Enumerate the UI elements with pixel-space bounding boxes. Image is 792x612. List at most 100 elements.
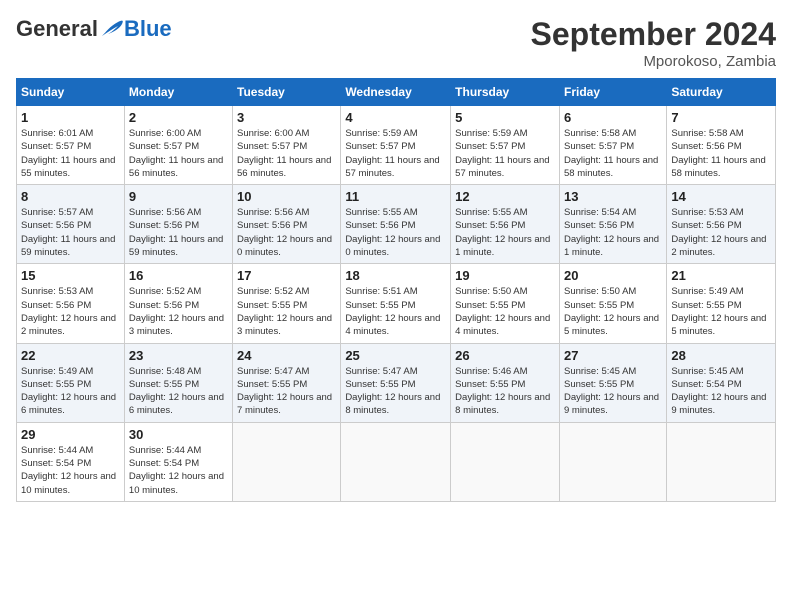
table-row: 28 Sunrise: 5:45 AM Sunset: 5:54 PM Dayl… [667, 343, 776, 422]
table-row: 9 Sunrise: 5:56 AM Sunset: 5:56 PM Dayli… [124, 185, 232, 264]
col-thursday: Thursday [451, 79, 560, 106]
table-row: 17 Sunrise: 5:52 AM Sunset: 5:55 PM Dayl… [233, 264, 341, 343]
page-header: General Blue September 2024 Mporokoso, Z… [16, 16, 776, 70]
col-tuesday: Tuesday [233, 79, 341, 106]
calendar-week-row: 15 Sunrise: 5:53 AM Sunset: 5:56 PM Dayl… [17, 264, 776, 343]
day-number: 16 [129, 268, 228, 283]
day-info: Sunrise: 5:53 AM Sunset: 5:56 PM Dayligh… [21, 285, 120, 338]
day-number: 22 [21, 348, 120, 363]
day-number: 29 [21, 427, 120, 442]
table-row: 8 Sunrise: 5:57 AM Sunset: 5:56 PM Dayli… [17, 185, 125, 264]
day-info: Sunrise: 5:49 AM Sunset: 5:55 PM Dayligh… [21, 365, 120, 418]
location: Mporokoso, Zambia [531, 53, 776, 70]
day-number: 6 [564, 110, 662, 125]
day-number: 4 [345, 110, 446, 125]
table-row: 15 Sunrise: 5:53 AM Sunset: 5:56 PM Dayl… [17, 264, 125, 343]
day-info: Sunrise: 5:55 AM Sunset: 5:56 PM Dayligh… [345, 206, 446, 259]
day-number: 17 [237, 268, 336, 283]
day-info: Sunrise: 5:45 AM Sunset: 5:55 PM Dayligh… [564, 365, 662, 418]
day-info: Sunrise: 5:53 AM Sunset: 5:56 PM Dayligh… [671, 206, 771, 259]
calendar-week-row: 22 Sunrise: 5:49 AM Sunset: 5:55 PM Dayl… [17, 343, 776, 422]
table-row: 22 Sunrise: 5:49 AM Sunset: 5:55 PM Dayl… [17, 343, 125, 422]
col-friday: Friday [559, 79, 666, 106]
table-row: 29 Sunrise: 5:44 AM Sunset: 5:54 PM Dayl… [17, 422, 125, 501]
logo-blue: Blue [124, 16, 172, 42]
col-sunday: Sunday [17, 79, 125, 106]
calendar-table: Sunday Monday Tuesday Wednesday Thursday… [16, 78, 776, 502]
table-row: 16 Sunrise: 5:52 AM Sunset: 5:56 PM Dayl… [124, 264, 232, 343]
table-row [233, 422, 341, 501]
table-row: 24 Sunrise: 5:47 AM Sunset: 5:55 PM Dayl… [233, 343, 341, 422]
day-number: 13 [564, 189, 662, 204]
day-number: 7 [671, 110, 771, 125]
title-block: September 2024 Mporokoso, Zambia [531, 16, 776, 70]
calendar-week-row: 1 Sunrise: 6:01 AM Sunset: 5:57 PM Dayli… [17, 106, 776, 185]
bird-icon [100, 18, 124, 40]
table-row: 4 Sunrise: 5:59 AM Sunset: 5:57 PM Dayli… [341, 106, 451, 185]
day-info: Sunrise: 5:47 AM Sunset: 5:55 PM Dayligh… [345, 365, 446, 418]
table-row [667, 422, 776, 501]
table-row: 3 Sunrise: 6:00 AM Sunset: 5:57 PM Dayli… [233, 106, 341, 185]
day-info: Sunrise: 5:44 AM Sunset: 5:54 PM Dayligh… [129, 444, 228, 497]
day-info: Sunrise: 5:59 AM Sunset: 5:57 PM Dayligh… [455, 127, 555, 180]
day-info: Sunrise: 5:55 AM Sunset: 5:56 PM Dayligh… [455, 206, 555, 259]
day-number: 2 [129, 110, 228, 125]
table-row: 11 Sunrise: 5:55 AM Sunset: 5:56 PM Dayl… [341, 185, 451, 264]
day-number: 11 [345, 189, 446, 204]
day-number: 28 [671, 348, 771, 363]
day-info: Sunrise: 5:51 AM Sunset: 5:55 PM Dayligh… [345, 285, 446, 338]
table-row: 21 Sunrise: 5:49 AM Sunset: 5:55 PM Dayl… [667, 264, 776, 343]
month-title: September 2024 [531, 16, 776, 53]
table-row: 27 Sunrise: 5:45 AM Sunset: 5:55 PM Dayl… [559, 343, 666, 422]
table-row: 18 Sunrise: 5:51 AM Sunset: 5:55 PM Dayl… [341, 264, 451, 343]
day-info: Sunrise: 5:58 AM Sunset: 5:56 PM Dayligh… [671, 127, 771, 180]
day-info: Sunrise: 5:44 AM Sunset: 5:54 PM Dayligh… [21, 444, 120, 497]
day-number: 1 [21, 110, 120, 125]
day-number: 21 [671, 268, 771, 283]
day-number: 25 [345, 348, 446, 363]
day-number: 12 [455, 189, 555, 204]
day-number: 20 [564, 268, 662, 283]
table-row [559, 422, 666, 501]
col-monday: Monday [124, 79, 232, 106]
day-info: Sunrise: 5:50 AM Sunset: 5:55 PM Dayligh… [564, 285, 662, 338]
calendar-week-row: 29 Sunrise: 5:44 AM Sunset: 5:54 PM Dayl… [17, 422, 776, 501]
table-row: 5 Sunrise: 5:59 AM Sunset: 5:57 PM Dayli… [451, 106, 560, 185]
table-row: 26 Sunrise: 5:46 AM Sunset: 5:55 PM Dayl… [451, 343, 560, 422]
table-row: 1 Sunrise: 6:01 AM Sunset: 5:57 PM Dayli… [17, 106, 125, 185]
col-wednesday: Wednesday [341, 79, 451, 106]
day-info: Sunrise: 5:52 AM Sunset: 5:55 PM Dayligh… [237, 285, 336, 338]
day-number: 26 [455, 348, 555, 363]
day-number: 8 [21, 189, 120, 204]
table-row: 6 Sunrise: 5:58 AM Sunset: 5:57 PM Dayli… [559, 106, 666, 185]
day-number: 18 [345, 268, 446, 283]
table-row: 7 Sunrise: 5:58 AM Sunset: 5:56 PM Dayli… [667, 106, 776, 185]
table-row: 14 Sunrise: 5:53 AM Sunset: 5:56 PM Dayl… [667, 185, 776, 264]
day-info: Sunrise: 6:01 AM Sunset: 5:57 PM Dayligh… [21, 127, 120, 180]
table-row: 25 Sunrise: 5:47 AM Sunset: 5:55 PM Dayl… [341, 343, 451, 422]
day-info: Sunrise: 5:47 AM Sunset: 5:55 PM Dayligh… [237, 365, 336, 418]
table-row [341, 422, 451, 501]
day-info: Sunrise: 5:50 AM Sunset: 5:55 PM Dayligh… [455, 285, 555, 338]
logo-general: General [16, 16, 98, 42]
day-number: 27 [564, 348, 662, 363]
table-row: 20 Sunrise: 5:50 AM Sunset: 5:55 PM Dayl… [559, 264, 666, 343]
day-info: Sunrise: 6:00 AM Sunset: 5:57 PM Dayligh… [129, 127, 228, 180]
day-info: Sunrise: 5:58 AM Sunset: 5:57 PM Dayligh… [564, 127, 662, 180]
day-info: Sunrise: 5:57 AM Sunset: 5:56 PM Dayligh… [21, 206, 120, 259]
day-info: Sunrise: 5:45 AM Sunset: 5:54 PM Dayligh… [671, 365, 771, 418]
day-number: 3 [237, 110, 336, 125]
day-number: 30 [129, 427, 228, 442]
day-number: 9 [129, 189, 228, 204]
day-number: 23 [129, 348, 228, 363]
day-info: Sunrise: 5:54 AM Sunset: 5:56 PM Dayligh… [564, 206, 662, 259]
day-info: Sunrise: 5:56 AM Sunset: 5:56 PM Dayligh… [129, 206, 228, 259]
calendar-week-row: 8 Sunrise: 5:57 AM Sunset: 5:56 PM Dayli… [17, 185, 776, 264]
col-saturday: Saturday [667, 79, 776, 106]
day-number: 19 [455, 268, 555, 283]
table-row: 13 Sunrise: 5:54 AM Sunset: 5:56 PM Dayl… [559, 185, 666, 264]
day-info: Sunrise: 5:56 AM Sunset: 5:56 PM Dayligh… [237, 206, 336, 259]
day-number: 5 [455, 110, 555, 125]
day-info: Sunrise: 5:52 AM Sunset: 5:56 PM Dayligh… [129, 285, 228, 338]
day-number: 10 [237, 189, 336, 204]
